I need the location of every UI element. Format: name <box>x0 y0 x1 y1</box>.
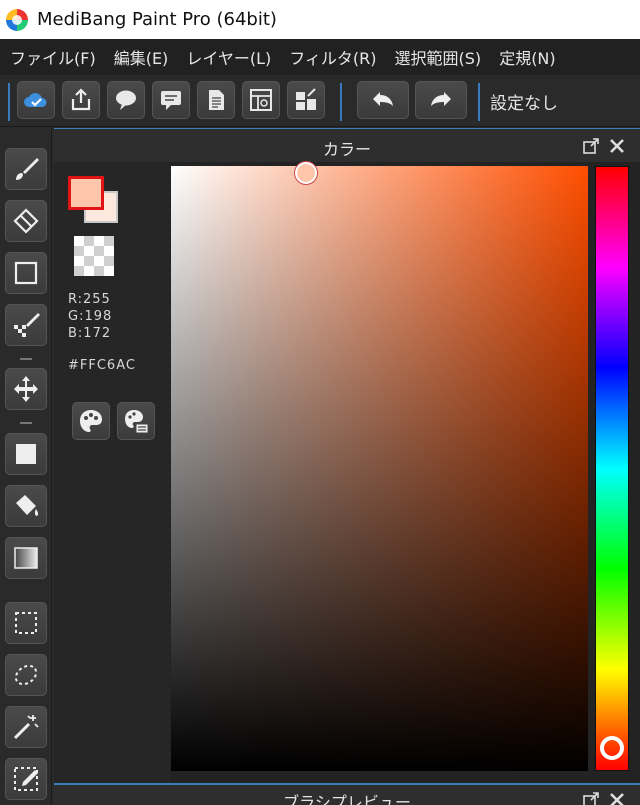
saturation-value-picker[interactable] <box>171 162 588 771</box>
brush-tool-button[interactable] <box>5 148 47 190</box>
transparent-color-swatch[interactable] <box>74 236 114 276</box>
panel-settings-icon <box>296 88 316 110</box>
move-icon <box>14 376 38 402</box>
popout-icon[interactable] <box>582 791 600 805</box>
brush-preview-title: ブラシプレビュー <box>283 793 411 805</box>
hue-slider-marker[interactable] <box>600 736 624 760</box>
storyboard-icon <box>250 89 272 111</box>
eraser-tool-button[interactable] <box>5 200 47 242</box>
fill-rect-tool-button[interactable] <box>5 433 47 475</box>
comment-button[interactable] <box>152 81 190 119</box>
rectangle-icon <box>14 261 38 285</box>
menu-bar: ファイル(F) 編集(E) レイヤー(L) フィルタ(R) 選択範囲(S) 定規… <box>0 39 640 75</box>
panel-settings-button[interactable] <box>287 81 325 119</box>
palette-button[interactable] <box>72 402 110 440</box>
toolbar: 設定なし <box>0 75 640 127</box>
palette-settings-icon <box>125 410 149 434</box>
brush-preview-panel-header: ブラシプレビュー <box>54 783 640 805</box>
menu-ruler[interactable]: 定規(N) <box>490 45 564 69</box>
tool-separator <box>20 358 32 360</box>
preset-label[interactable]: 設定なし <box>490 89 558 114</box>
title-bar: MediBang Paint Pro (64bit) <box>0 0 640 39</box>
redo-icon <box>431 92 451 106</box>
color-info-column: R:255 G:198 B:172 #FFC6AC <box>54 162 170 783</box>
move-tool-button[interactable] <box>5 368 47 410</box>
tool-column <box>0 128 52 805</box>
toolbar-separator <box>8 83 10 121</box>
eraser-icon <box>13 208 39 234</box>
menu-edit[interactable]: 編集(E) <box>105 45 178 69</box>
menu-selection[interactable]: 選択範囲(S) <box>386 45 491 69</box>
bucket-icon <box>16 495 39 516</box>
cloud-check-icon <box>24 93 47 107</box>
export-button[interactable] <box>62 81 100 119</box>
menu-filter[interactable]: フィルタ(R) <box>280 45 385 69</box>
menu-file[interactable]: ファイル(F) <box>0 45 105 69</box>
menu-layer[interactable]: レイヤー(L) <box>177 45 280 69</box>
select-rect-icon <box>15 612 37 634</box>
redo-button[interactable] <box>415 81 467 119</box>
app-logo-icon <box>6 8 28 31</box>
foreground-color-swatch[interactable] <box>68 176 104 210</box>
gradient-icon <box>14 547 38 569</box>
tool-separator <box>20 422 32 424</box>
comment-icon <box>161 91 181 110</box>
lasso-icon <box>14 664 38 686</box>
red-value: R:255 <box>68 292 111 307</box>
rectangle-tool-button[interactable] <box>5 252 47 294</box>
document-icon <box>209 90 224 110</box>
green-value: G:198 <box>68 309 113 324</box>
upload-icon <box>71 88 91 111</box>
select-rect-tool-button[interactable] <box>5 602 47 644</box>
magic-wand-icon <box>13 715 39 740</box>
undo-button[interactable] <box>357 81 409 119</box>
undo-icon <box>373 92 393 106</box>
document-button[interactable] <box>197 81 235 119</box>
palette-settings-button[interactable] <box>117 402 155 440</box>
bucket-tool-button[interactable] <box>5 485 47 527</box>
close-icon[interactable] <box>608 791 626 805</box>
dot-tool-button[interactable] <box>5 304 47 346</box>
select-pen-tool-button[interactable] <box>5 758 47 800</box>
blue-value: B:172 <box>68 326 112 341</box>
color-panel-title: カラー <box>322 140 371 159</box>
lasso-tool-button[interactable] <box>5 654 47 696</box>
speech-bubble-button[interactable] <box>107 81 145 119</box>
brush-icon <box>16 158 39 180</box>
hex-value[interactable]: #FFC6AC <box>68 358 136 373</box>
toolbar-separator <box>478 83 480 121</box>
color-panel: カラー R:255 G:198 B:172 #FFC6AC <box>54 128 640 783</box>
sv-picker-marker[interactable] <box>295 162 317 184</box>
hue-slider[interactable] <box>595 166 629 771</box>
toolbar-separator <box>340 83 342 121</box>
storyboard-button[interactable] <box>242 81 280 119</box>
palette-icon <box>80 410 102 432</box>
window-title: MediBang Paint Pro (64bit) <box>37 9 277 30</box>
dot-brush-icon <box>14 313 40 337</box>
speech-bubble-icon <box>116 90 136 110</box>
cloud-button[interactable] <box>17 81 55 119</box>
color-panel-header: カラー <box>54 128 640 162</box>
select-pen-icon <box>14 767 38 791</box>
fill-rect-icon <box>16 444 36 464</box>
popout-icon[interactable] <box>582 137 600 155</box>
close-icon[interactable] <box>608 137 626 155</box>
magic-wand-tool-button[interactable] <box>5 706 47 748</box>
gradient-tool-button[interactable] <box>5 537 47 579</box>
